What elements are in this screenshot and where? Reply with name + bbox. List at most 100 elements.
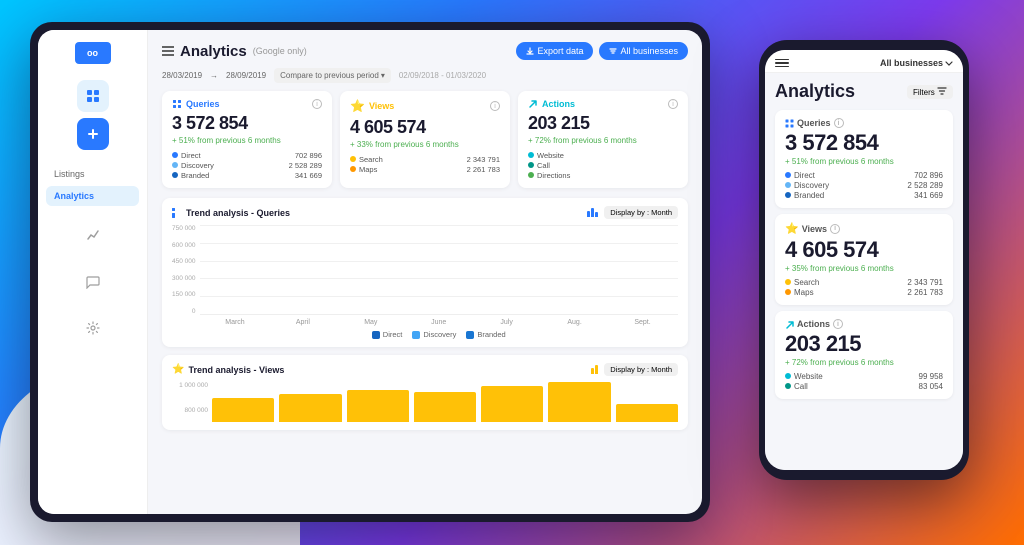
phone-filter-icon <box>937 87 947 95</box>
phone-queries-card: Queries i 3 572 854 + 51% from previous … <box>775 110 953 208</box>
sidebar-icon-message[interactable] <box>77 266 109 298</box>
sidebar-logo: oo <box>75 42 111 64</box>
chart-queries-title: Trend analysis - Queries <box>172 208 290 218</box>
phone-actions-icon <box>785 320 794 329</box>
actions-card: Actions i 203 215 + 72% from previous 6 … <box>518 91 688 188</box>
sidebar-icon-listings[interactable] <box>77 80 109 112</box>
display-by-button[interactable]: Display by : Month <box>604 206 678 219</box>
queries-icon <box>172 99 182 109</box>
tablet-device: oo Listings Analytics <box>30 22 710 522</box>
actions-call: Call <box>528 161 678 170</box>
phone-views-sub: Search 2 343 791 Maps 2 261 783 <box>785 278 943 297</box>
phone-actions-card: Actions i 203 215 + 72% from previous 6 … <box>775 311 953 399</box>
views-sub: Search 2 343 791 Maps 2 261 783 <box>350 155 500 174</box>
phone-filters-button[interactable]: Filters <box>907 85 953 99</box>
trend-views-section: ⭐ Trend analysis - Views Display by : Mo… <box>162 355 688 430</box>
main-content: Analytics (Google only) Export data All … <box>148 30 702 514</box>
date-bar: 28/03/2019 → 28/09/2019 Compare to previ… <box>162 68 688 83</box>
filter-icon <box>609 47 617 55</box>
sidebar-icon-settings[interactable] <box>77 312 109 344</box>
grid-lines <box>200 225 679 315</box>
phone-actions-call: Call 83 054 <box>785 382 943 391</box>
phone-queries-sub: Direct 702 896 Discovery 2 528 289 Brand… <box>785 171 943 200</box>
queries-value: 3 572 854 <box>172 113 322 134</box>
queries-change: + 51% from previous 6 months <box>172 136 322 145</box>
trend-queries-section: Trend analysis - Queries Display by : Mo… <box>162 198 688 347</box>
phone-device: All businesses Analytics Filters Queries… <box>759 40 969 480</box>
bar-chart <box>200 225 679 315</box>
phone-title-row: Analytics Filters <box>775 81 953 102</box>
views-bar-7 <box>616 404 678 422</box>
chart-type-icon[interactable] <box>587 208 598 217</box>
compare-period-button[interactable]: Compare to previous period ▾ <box>274 68 391 83</box>
top-bar: Analytics (Google only) Export data All … <box>162 42 688 60</box>
sidebar-item-listings[interactable]: Listings <box>46 164 139 184</box>
views-bar-3 <box>347 390 409 422</box>
queries-info-icon[interactable]: i <box>312 99 322 109</box>
views-card: ⭐ Views i 4 605 574 + 33% from previous … <box>340 91 510 188</box>
phone-views-value: 4 605 574 <box>785 237 943 263</box>
actions-label: Actions <box>528 99 575 109</box>
phone-actions-sub: Website 99 958 Call 83 054 <box>785 372 943 391</box>
phone-queries-info[interactable]: i <box>834 118 844 128</box>
chart-queries-area: 750 000 600 000 450 000 300 000 150 000 … <box>172 225 678 339</box>
sidebar-icon-chart[interactable] <box>77 220 109 252</box>
page-title-row: Analytics (Google only) <box>162 43 307 60</box>
actions-info-icon[interactable]: i <box>668 99 678 109</box>
queries-card: Queries i 3 572 854 + 51% from previous … <box>162 91 332 188</box>
date-range-start: 28/03/2019 <box>162 71 202 80</box>
queries-branded: Branded 341 669 <box>172 171 322 180</box>
phone-actions-label: Actions i <box>785 319 943 329</box>
page-subtitle: (Google only) <box>253 46 307 56</box>
chart-queries-icon <box>172 208 182 218</box>
label-sept: Sept. <box>611 319 674 326</box>
legend-dot-direct <box>372 331 380 339</box>
phone-actions-value: 203 215 <box>785 331 943 357</box>
top-bar-actions: Export data All businesses <box>516 42 688 60</box>
export-data-button[interactable]: Export data <box>516 42 593 60</box>
sidebar-item-analytics[interactable]: Analytics <box>46 186 139 206</box>
queries-header: Queries i <box>172 99 322 109</box>
chevron-down-icon <box>945 61 953 66</box>
actions-website: Website <box>528 151 678 160</box>
menu-icon <box>162 46 174 56</box>
queries-sub: Direct 702 896 Discovery 2 528 289 Brand… <box>172 151 322 180</box>
phone-content: Analytics Filters Queries i 3 572 854 + … <box>765 73 963 470</box>
label-may: May <box>339 319 402 326</box>
phone-queries-icon <box>785 119 794 128</box>
chart-x-labels: March April May June July Aug. Sept. <box>200 319 679 326</box>
legend-discovery: Discovery <box>412 330 456 339</box>
legend-direct: Direct <box>372 330 403 339</box>
actions-value: 203 215 <box>528 113 678 134</box>
phone-actions-info[interactable]: i <box>833 319 843 329</box>
views-bar-2 <box>279 394 341 422</box>
phone-page-title: Analytics <box>775 81 855 102</box>
phone-views-search: Search 2 343 791 <box>785 278 943 287</box>
phone-queries-value: 3 572 854 <box>785 130 943 156</box>
phone-actions-website: Website 99 958 <box>785 372 943 381</box>
actions-header: Actions i <box>528 99 678 109</box>
phone-views-card: ⭐ Views i 4 605 574 + 35% from previous … <box>775 214 953 305</box>
phone-menu-icon[interactable] <box>775 59 789 68</box>
phone-views-info[interactable]: i <box>830 224 840 234</box>
views-change: + 33% from previous 6 months <box>350 140 500 149</box>
phone-biz-selector[interactable]: All businesses <box>880 58 953 68</box>
phone-views-change: + 35% from previous 6 months <box>785 264 943 273</box>
phone-queries-label: Queries i <box>785 118 943 128</box>
phone-queries-discovery: Discovery 2 528 289 <box>785 181 943 190</box>
phone-queries-branded: Branded 341 669 <box>785 191 943 200</box>
views-chart-area: 1 000 000 800 000 <box>172 382 678 422</box>
views-info-icon[interactable]: i <box>490 101 500 111</box>
phone-queries-change: + 51% from previous 6 months <box>785 157 943 166</box>
views-bar-6 <box>548 382 610 422</box>
phone-header: All businesses <box>765 50 963 73</box>
views-header: ⭐ Views i <box>350 99 500 113</box>
actions-directions: Directions <box>528 171 678 180</box>
page-title: Analytics <box>180 43 247 60</box>
label-aug: Aug. <box>543 319 606 326</box>
export-icon <box>526 47 534 55</box>
display-by-views-button[interactable]: Display by : Month <box>604 363 678 376</box>
chart-views-type-icon[interactable] <box>591 365 598 374</box>
sidebar-icon-add[interactable] <box>77 118 109 150</box>
all-businesses-button[interactable]: All businesses <box>599 42 688 60</box>
